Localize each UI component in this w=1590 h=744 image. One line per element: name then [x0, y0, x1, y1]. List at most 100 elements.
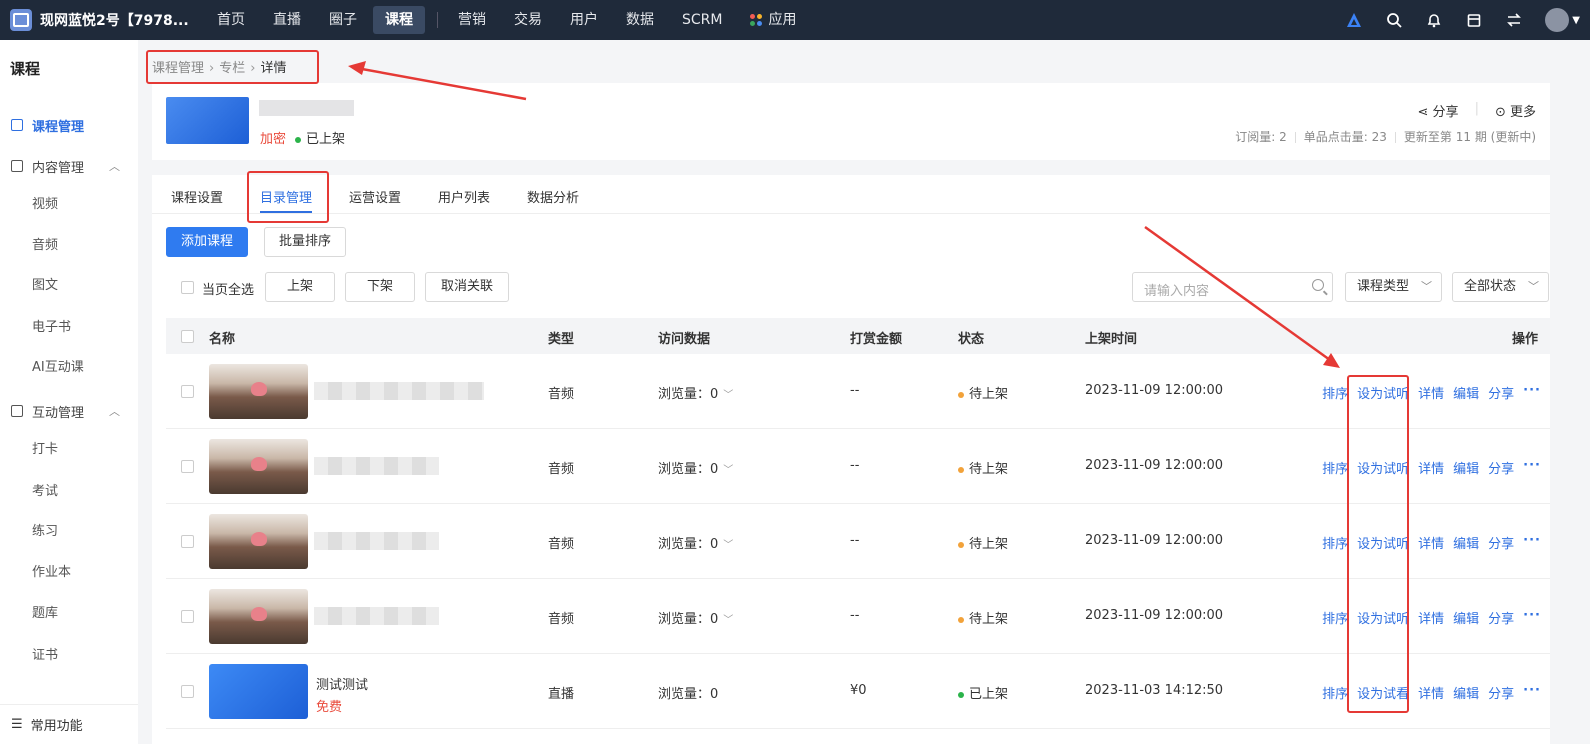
sidebar-item-question-bank[interactable]: 题库	[32, 602, 58, 621]
detail-link[interactable]: 详情	[1418, 683, 1444, 702]
share-link[interactable]: 分享	[1488, 683, 1514, 702]
unlink-button[interactable]: 取消关联	[425, 272, 509, 302]
select-page-checkbox[interactable]	[181, 281, 194, 294]
sidebar-item-checkin[interactable]: 打卡	[32, 438, 58, 457]
search-input[interactable]: 请输入内容	[1132, 272, 1333, 302]
breadcrumb-column[interactable]: 专栏	[219, 61, 245, 76]
detail-link[interactable]: 详情	[1418, 383, 1444, 402]
chevron-down-icon: ▼	[1572, 14, 1580, 26]
more-icon[interactable]: ···	[1523, 383, 1541, 402]
nav-course[interactable]: 课程	[373, 6, 425, 34]
sidebar-item-ebook[interactable]: 电子书	[32, 316, 71, 335]
nav-circle[interactable]: 圈子	[317, 6, 369, 34]
set-trial-link[interactable]: 设为试听	[1357, 383, 1409, 402]
sidebar-item-video[interactable]: 视频	[32, 193, 58, 212]
share-link[interactable]: 分享	[1488, 383, 1514, 402]
shop-name[interactable]: 现网蓝悦2号【7978...	[40, 10, 205, 30]
nav-users[interactable]: 用户	[558, 6, 610, 34]
account-menu[interactable]: ▼	[1545, 8, 1580, 32]
row-actions: 排序 设为试看 详情 编辑 分享 ···	[1322, 683, 1541, 702]
nav-apps[interactable]: 应用	[738, 6, 808, 34]
course-type-select[interactable]: 课程类型 ﹀	[1345, 272, 1442, 302]
sidebar-title: 课程	[10, 60, 41, 78]
sidebar-common-functions[interactable]: ☰ 常用功能	[0, 704, 138, 744]
set-trial-link[interactable]: 设为试听	[1357, 533, 1409, 552]
edit-link[interactable]: 编辑	[1453, 608, 1479, 627]
more-icon[interactable]: ···	[1523, 458, 1541, 477]
table-row: 音频 浏览量：0 ﹀ -- 待上架 2023-11-09 12:00:00 排序 …	[166, 429, 1550, 504]
row-checkbox[interactable]	[181, 385, 194, 398]
item-type: 音频	[548, 612, 575, 627]
list-on-button[interactable]: 上架	[265, 272, 335, 302]
nav-scrm[interactable]: SCRM	[670, 6, 734, 34]
sort-link[interactable]: 排序	[1322, 683, 1348, 702]
update-status: 更新至第 11 期 (更新中)	[1403, 130, 1536, 144]
set-trial-link[interactable]: 设为试听	[1357, 608, 1409, 627]
detail-link[interactable]: 详情	[1418, 608, 1444, 627]
sidebar-item-practice[interactable]: 练习	[32, 520, 58, 539]
sidebar-group-interact[interactable]: 互动管理 ︿	[0, 391, 138, 431]
row-checkbox[interactable]	[181, 685, 194, 698]
item-views[interactable]: 浏览量：0 ﹀	[658, 383, 733, 402]
sort-link[interactable]: 排序	[1322, 533, 1348, 552]
switch-icon[interactable]	[1505, 11, 1523, 29]
share-button[interactable]: ⋖ 分享	[1418, 101, 1459, 120]
row-checkbox[interactable]	[181, 535, 194, 548]
item-views[interactable]: 浏览量：0 ﹀	[658, 533, 733, 552]
edit-link[interactable]: 编辑	[1453, 533, 1479, 552]
select-all-checkbox[interactable]	[181, 330, 194, 343]
edit-link[interactable]: 编辑	[1453, 383, 1479, 402]
sort-link[interactable]: 排序	[1322, 383, 1348, 402]
tab-users[interactable]: 用户列表	[438, 187, 490, 206]
item-name[interactable]: 测试测试	[316, 674, 368, 693]
sidebar-item-course-mgmt[interactable]: 课程管理	[0, 105, 138, 145]
edit-link[interactable]: 编辑	[1453, 458, 1479, 477]
tab-operation[interactable]: 运营设置	[349, 187, 401, 206]
tab-analytics[interactable]: 数据分析	[527, 187, 579, 206]
share-link[interactable]: 分享	[1488, 533, 1514, 552]
more-icon[interactable]: ···	[1523, 533, 1541, 552]
more-icon[interactable]: ···	[1523, 683, 1541, 702]
list-off-button[interactable]: 下架	[345, 272, 415, 302]
tab-catalog[interactable]: 目录管理	[260, 187, 313, 213]
views-value: 0	[710, 462, 719, 477]
sidebar-item-audio[interactable]: 音频	[32, 234, 58, 253]
store-icon[interactable]	[1465, 11, 1483, 29]
row-checkbox[interactable]	[181, 460, 194, 473]
share-link[interactable]: 分享	[1488, 458, 1514, 477]
item-views[interactable]: 浏览量：0 ﹀	[658, 608, 733, 627]
search-icon[interactable]	[1385, 11, 1403, 29]
detail-link[interactable]: 详情	[1418, 533, 1444, 552]
sidebar-item-homework[interactable]: 作业本	[32, 561, 71, 580]
bell-icon[interactable]	[1425, 11, 1443, 29]
add-course-button[interactable]: 添加课程	[166, 227, 249, 257]
detail-link[interactable]: 详情	[1418, 458, 1444, 477]
course-cover-image	[166, 97, 249, 144]
nav-trade[interactable]: 交易	[502, 6, 554, 34]
nav-data[interactable]: 数据	[614, 6, 666, 34]
more-icon[interactable]: ···	[1523, 608, 1541, 627]
set-trial-link[interactable]: 设为试听	[1357, 458, 1409, 477]
share-link[interactable]: 分享	[1488, 608, 1514, 627]
item-views[interactable]: 浏览量：0 ﹀	[658, 458, 733, 477]
edit-link[interactable]: 编辑	[1453, 683, 1479, 702]
sidebar-group-content[interactable]: 内容管理 ︿	[0, 146, 138, 186]
sort-link[interactable]: 排序	[1322, 608, 1348, 627]
row-checkbox[interactable]	[181, 610, 194, 623]
sidebar-item-ai-course[interactable]: AI互动课	[32, 356, 84, 375]
brand-logo-icon[interactable]	[1345, 11, 1363, 29]
more-button[interactable]: ⊙ 更多	[1495, 101, 1536, 120]
tab-course-settings[interactable]: 课程设置	[171, 187, 223, 206]
sort-link[interactable]: 排序	[1322, 458, 1348, 477]
status-select[interactable]: 全部状态 ﹀	[1452, 272, 1549, 302]
sidebar-item-article[interactable]: 图文	[32, 274, 58, 293]
sidebar-item-certificate[interactable]: 证书	[32, 644, 58, 663]
breadcrumb-course-mgmt[interactable]: 课程管理	[152, 61, 204, 76]
set-trial-view-link[interactable]: 设为试看	[1357, 683, 1409, 702]
nav-marketing[interactable]: 营销	[446, 6, 498, 34]
batch-sort-button[interactable]: 批量排序	[264, 227, 347, 257]
nav-home[interactable]: 首页	[205, 6, 257, 34]
sidebar-item-exam[interactable]: 考试	[32, 480, 58, 499]
shop-logo-icon[interactable]	[10, 9, 32, 31]
nav-live[interactable]: 直播	[261, 6, 313, 34]
